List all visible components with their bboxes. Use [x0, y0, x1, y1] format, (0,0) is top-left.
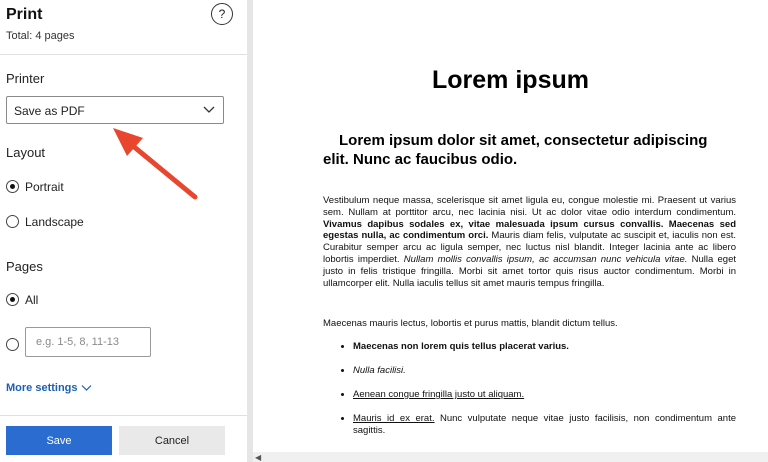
portrait-radio[interactable] [6, 180, 19, 193]
text-run-underline: Mauris id ex erat. [353, 413, 435, 424]
separator [0, 54, 247, 55]
page-range-radio[interactable] [6, 338, 19, 351]
text-run: Vestibulum neque massa, scelerisque sit … [323, 195, 736, 218]
printer-select-value: Save as PDF [14, 104, 85, 118]
annotation-arrow-icon [113, 128, 198, 200]
dialog-title: Print [6, 6, 43, 23]
horizontal-scrollbar[interactable]: ◀ [253, 452, 768, 462]
landscape-label[interactable]: Landscape [25, 215, 84, 229]
total-pages: Total: 4 pages [6, 30, 75, 42]
text-run-bold: Maecenas non lorem quis tellus placerat … [353, 341, 569, 352]
landscape-radio[interactable] [6, 215, 19, 228]
all-pages-radio[interactable] [6, 293, 19, 306]
portrait-label[interactable]: Portrait [25, 180, 64, 194]
cancel-button[interactable]: Cancel [119, 426, 225, 455]
chevron-down-icon [81, 385, 91, 391]
more-settings-label: More settings [6, 382, 78, 394]
print-preview: Lorem ipsum Lorem ipsum dolor sit amet, … [253, 0, 768, 452]
all-pages-label[interactable]: All [25, 293, 38, 307]
list-item: Aenean congue fringilla justo ut aliquam… [353, 389, 736, 401]
text-run-italic: Nullam mollis convallis ipsum, ac accums… [403, 253, 688, 265]
preview-list: Maecenas non lorem quis tellus placerat … [323, 341, 736, 449]
scroll-left-icon[interactable]: ◀ [255, 453, 261, 462]
list-item: Mauris id ex erat. Nunc vulputate neque … [353, 413, 736, 437]
help-icon[interactable]: ? [211, 3, 233, 25]
chevron-down-icon [203, 106, 215, 113]
text-run-italic: Nulla facilisi. [353, 365, 406, 376]
printer-heading: Printer [6, 71, 45, 86]
list-item: Maecenas non lorem quis tellus placerat … [353, 341, 736, 353]
layout-heading: Layout [6, 145, 46, 160]
list-item: Nulla facilisi. [353, 365, 736, 377]
save-button[interactable]: Save [6, 426, 112, 455]
separator [0, 415, 247, 416]
page-range-input[interactable] [25, 327, 151, 357]
pages-heading: Pages [6, 259, 43, 274]
print-settings-panel: Print Total: 4 pages ? Printer Save as P… [0, 0, 247, 462]
preview-paragraph: Maecenas mauris lectus, lobortis et puru… [323, 318, 618, 329]
preview-paragraph: Vestibulum neque massa, scelerisque sit … [323, 195, 736, 289]
preview-subheading: Lorem ipsum dolor sit amet, consectetur … [323, 132, 708, 168]
preview-heading: Lorem ipsum [432, 66, 589, 94]
more-settings-link[interactable]: More settings [6, 382, 92, 394]
text-run-underline: Aenean congue fringilla justo ut aliquam… [353, 389, 525, 400]
